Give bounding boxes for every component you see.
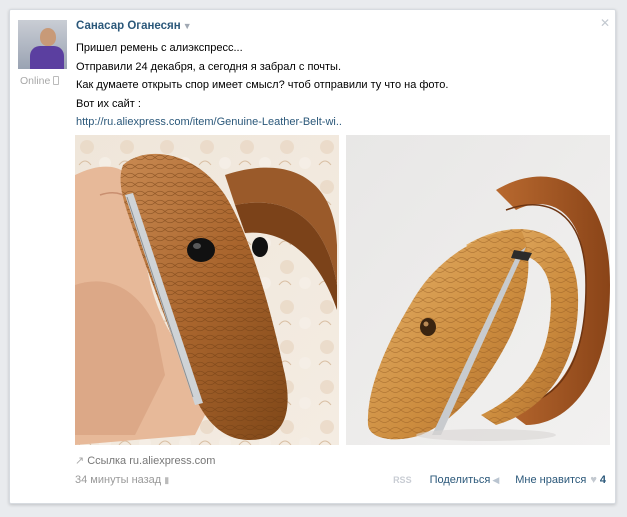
close-icon[interactable]: ✕ (600, 16, 610, 30)
post-line: Пришел ремень с алиэкспресс... (76, 42, 243, 54)
post-time[interactable]: 34 минуты назад ▮ (75, 474, 169, 486)
heart-icon[interactable]: ♥ (590, 474, 597, 486)
post-line: Как думаете открыть спор имеет смысл? чт… (76, 79, 449, 91)
device-icon: ▮ (164, 475, 170, 485)
megaphone-icon[interactable]: ◀ (492, 475, 499, 486)
post-author[interactable]: Санасар Оганесян ▼ (76, 20, 192, 32)
link-source-label: Ссылка (87, 455, 127, 467)
post-photo-2[interactable] (346, 135, 610, 445)
avatar[interactable] (18, 20, 67, 69)
post-line: Отправили 24 декабря, а сегодня я забрал… (76, 60, 342, 73)
online-label: Online (20, 75, 51, 87)
like-button[interactable]: Мне нравится (515, 474, 586, 486)
avatar-face (40, 28, 56, 46)
photo-2-image (346, 135, 610, 445)
link-arrow-icon: ↗ (75, 455, 85, 467)
post-text: Пришел ремень с алиэкспресс... Отправили… (76, 39, 448, 132)
author-name[interactable]: Санасар Оганесян (76, 20, 181, 32)
photo-1-image (75, 135, 339, 445)
link-source-domain[interactable]: ru.aliexpress.com (129, 455, 215, 467)
wall-post: Online Санасар Оганесян ▼ ✕ Пришел ремень… (9, 9, 616, 504)
phone-icon (53, 76, 60, 85)
post-photo-1[interactable] (75, 135, 339, 445)
caret-down-icon[interactable]: ▼ (183, 21, 192, 31)
post-time-label[interactable]: 34 минуты назад (75, 474, 161, 486)
online-status: Online (20, 75, 60, 87)
avatar-body (30, 46, 64, 69)
post-link[interactable]: http://ru.aliexpress.com/item/Genuine-Le… (76, 116, 342, 128)
link-attachment[interactable]: ↗ Ссылка ru.aliexpress.com (75, 454, 215, 467)
post-actions: RSS Поделиться ◀ Мне нравится ♥ 4 (393, 474, 606, 486)
share-button[interactable]: Поделиться (430, 474, 491, 486)
like-count[interactable]: 4 (600, 474, 606, 486)
post-line: Вот их сайт : (76, 97, 141, 110)
rss-icon[interactable]: RSS (393, 475, 412, 485)
